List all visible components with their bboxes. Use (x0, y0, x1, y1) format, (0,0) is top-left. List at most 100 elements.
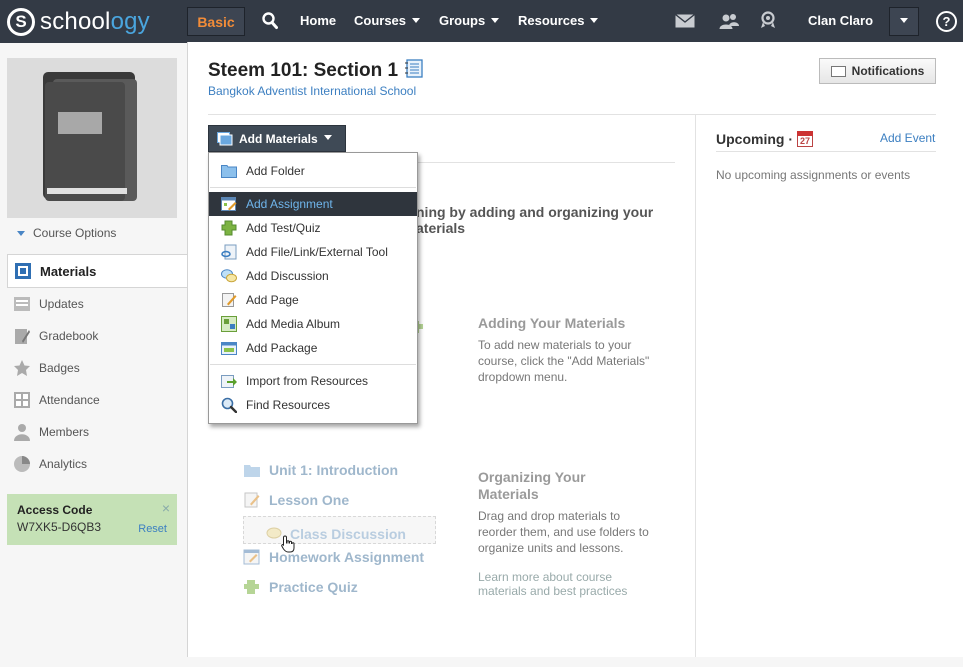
course-profile-image[interactable] (7, 58, 177, 218)
access-code-reset-link[interactable]: Reset (138, 523, 167, 535)
course-notebook-icon[interactable] (405, 59, 424, 84)
search-icon[interactable] (262, 12, 278, 33)
logo-text: school (40, 8, 111, 35)
school-link[interactable]: Bangkok Adventist International School (208, 84, 416, 98)
sidebar-item-updates[interactable]: Updates (7, 288, 188, 320)
add-materials-button[interactable]: Add Materials (208, 125, 346, 152)
gradebook-icon (12, 326, 32, 346)
menu-find-resources[interactable]: Find Resources (209, 393, 417, 417)
page-icon (244, 492, 260, 508)
sidebar-item-members[interactable]: Members (7, 416, 188, 448)
chevron-down-icon (412, 18, 421, 24)
sidebar-item-label: Attendance (39, 393, 100, 407)
sidebar-nav: Materials Updates Gradebook Badges Atten… (7, 254, 188, 480)
menu-import-resources[interactable]: Import from Resources (209, 369, 417, 393)
members-icon (12, 422, 32, 442)
page-icon (221, 292, 237, 308)
menu-item-label: Add Media Album (246, 317, 341, 331)
menu-item-label: Find Resources (246, 398, 331, 412)
organizing-materials-text: Drag and drop materials to reorder them,… (478, 509, 649, 555)
badges-icon (12, 358, 32, 378)
discussion-icon (221, 268, 237, 284)
sidebar-item-label: Gradebook (39, 329, 99, 343)
logo-text-accent: ogy (110, 8, 150, 35)
quiz-icon (244, 580, 259, 594)
import-icon (221, 373, 237, 389)
sidebar-item-materials[interactable]: Materials (7, 254, 188, 288)
connections-icon[interactable] (719, 13, 739, 32)
requests-icon[interactable] (760, 11, 776, 32)
menu-item-label: Add Package (246, 341, 318, 355)
organizing-materials-title: Organizing Your Materials (478, 469, 586, 502)
menu-separator (210, 187, 416, 188)
page-title: Steem 101: Section 1 (208, 59, 424, 84)
user-name[interactable]: Clan Claro (808, 13, 873, 28)
triangle-down-icon (17, 231, 25, 237)
upcoming-empty-message: No upcoming assignments or events (716, 168, 911, 182)
search-icon (221, 397, 237, 413)
nav-courses-label: Courses (354, 13, 407, 28)
menu-add-file-link[interactable]: Add File/Link/External Tool (209, 240, 417, 264)
menu-separator (210, 364, 416, 365)
nav-groups-label: Groups (439, 13, 486, 28)
help-icon[interactable]: ? (936, 11, 957, 32)
ghost-assignment-item: Homework Assignment (243, 549, 424, 565)
sidebar-item-label: Badges (39, 361, 80, 375)
chevron-down-icon (491, 18, 500, 24)
notifications-label: Notifications (851, 64, 925, 78)
nav-resources[interactable]: Resources (518, 13, 599, 28)
basic-button[interactable]: Basic (187, 7, 245, 36)
ghost-assignment-label: Homework Assignment (269, 549, 425, 565)
course-options-label: Course Options (33, 226, 117, 240)
user-menu-button[interactable] (889, 7, 919, 36)
upcoming-title: Upcoming · 27 (716, 131, 813, 147)
notifications-button[interactable]: Notifications (819, 58, 936, 84)
sidebar-item-label: Analytics (39, 457, 88, 471)
sidebar-item-attendance[interactable]: Attendance (7, 384, 188, 416)
chevron-down-icon (323, 135, 332, 140)
menu-add-assignment[interactable]: Add Assignment (209, 192, 417, 216)
quiz-icon (221, 220, 237, 236)
upcoming-label: Upcoming · (716, 131, 793, 147)
add-event-link[interactable]: Add Event (880, 131, 935, 145)
nav-courses[interactable]: Courses (354, 13, 421, 28)
ghost-page-item: Lesson One (243, 492, 349, 508)
menu-add-discussion[interactable]: Add Discussion (209, 264, 417, 288)
calendar-icon[interactable]: 27 (797, 131, 813, 147)
ghost-page-label: Lesson One (269, 492, 350, 508)
menu-add-media-album[interactable]: Add Media Album (209, 312, 417, 336)
calendar-day: 27 (799, 136, 810, 146)
sidebar-item-label: Members (39, 425, 90, 439)
ghost-discussion-label: Class Discussion (290, 526, 406, 542)
materials-icon (13, 261, 33, 281)
schoology-logo[interactable]: S schoology (7, 7, 150, 37)
nav-home[interactable]: Home (300, 13, 336, 28)
menu-item-label: Add Discussion (246, 269, 329, 283)
menu-add-page[interactable]: Add Page (209, 288, 417, 312)
nav-groups[interactable]: Groups (439, 13, 500, 28)
sidebar-item-gradebook[interactable]: Gradebook (7, 320, 188, 352)
sidebar-item-badges[interactable]: Badges (7, 352, 188, 384)
divider (716, 151, 936, 152)
menu-add-test-quiz[interactable]: Add Test/Quiz (209, 216, 417, 240)
menu-item-label: Add Page (246, 293, 299, 307)
sidebar-item-analytics[interactable]: Analytics (7, 448, 188, 480)
menu-item-label: Add Test/Quiz (246, 221, 321, 235)
menu-add-folder[interactable]: Add Folder (209, 159, 417, 183)
add-materials-icon (217, 131, 233, 145)
close-icon[interactable]: × (162, 500, 170, 516)
file-link-icon (221, 244, 237, 260)
messages-icon[interactable] (675, 13, 695, 31)
envelope-icon (830, 65, 846, 77)
attendance-icon (12, 390, 32, 410)
folder-icon (244, 465, 260, 477)
column-divider (695, 114, 696, 657)
learn-more-link[interactable]: Learn more about course materials and be… (478, 570, 643, 598)
media-album-icon (221, 316, 237, 332)
add-materials-label: Add Materials (239, 131, 318, 146)
chevron-down-icon (900, 18, 908, 23)
adding-materials-title: Adding Your Materials (478, 315, 626, 331)
package-icon (221, 340, 237, 356)
course-options-toggle[interactable]: Course Options (17, 226, 116, 240)
menu-add-package[interactable]: Add Package (209, 336, 417, 360)
